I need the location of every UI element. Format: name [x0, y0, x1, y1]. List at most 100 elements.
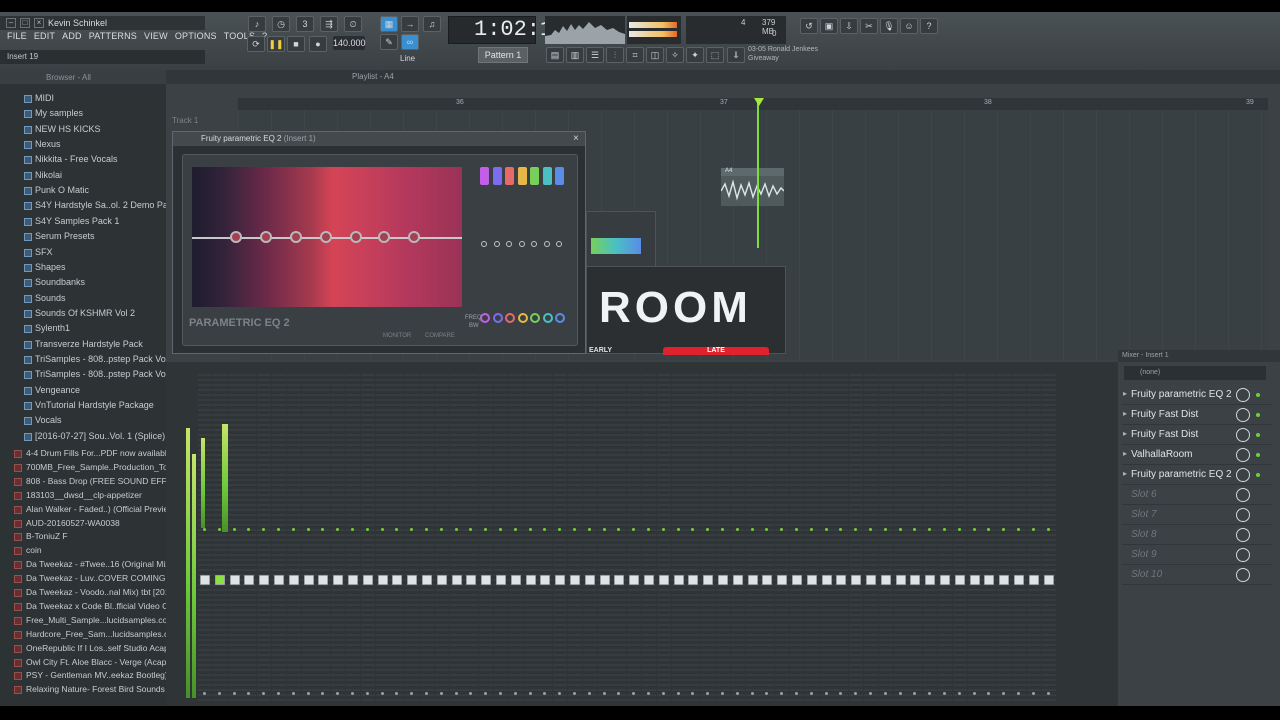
route-indicator[interactable]	[351, 528, 354, 531]
mixer-track[interactable]	[272, 374, 286, 704]
chat-icon[interactable]: ☺	[900, 18, 918, 34]
volume-fader[interactable]	[762, 575, 773, 585]
mixer-track[interactable]	[405, 374, 420, 704]
track-send-dot[interactable]	[721, 692, 724, 695]
route-indicator[interactable]	[795, 528, 798, 531]
mixer-track[interactable]	[893, 374, 908, 704]
route-indicator[interactable]	[277, 528, 280, 531]
mixer-track[interactable]	[878, 374, 893, 704]
route-indicator[interactable]	[869, 528, 872, 531]
link-icon[interactable]: ∞	[401, 34, 419, 50]
volume-fader[interactable]	[954, 575, 965, 585]
volume-fader[interactable]	[984, 575, 995, 585]
mixer-track[interactable]	[301, 374, 316, 704]
track-send-dot[interactable]	[425, 692, 428, 695]
volume-fader[interactable]	[466, 575, 477, 585]
mixer-track[interactable]	[849, 374, 864, 704]
track-send-dot[interactable]	[306, 692, 310, 695]
volume-fader[interactable]	[599, 575, 610, 585]
pencil-icon[interactable]: ✎	[380, 34, 398, 50]
piano-roll-icon[interactable]: ▥	[566, 47, 584, 63]
mic-icon[interactable]: 🎙	[880, 18, 898, 34]
track-send-dot[interactable]	[676, 692, 680, 695]
expand-arrow-icon[interactable]: ▸	[1123, 469, 1127, 478]
volume-fader[interactable]	[510, 575, 521, 585]
volume-fader[interactable]	[851, 575, 862, 585]
route-indicator[interactable]	[883, 528, 887, 531]
browser-file[interactable]: PSY - Gentleman MV..eekaz Bootleg) HD	[0, 669, 166, 684]
wait-input-icon[interactable]: ⇶	[320, 16, 338, 32]
mixer-track[interactable]	[257, 374, 272, 704]
track-send-dot[interactable]	[647, 692, 650, 695]
track-send-dot[interactable]	[883, 692, 887, 695]
browser-folder[interactable]: Vocals	[0, 414, 166, 429]
volume-fader[interactable]	[422, 575, 432, 585]
browser-file[interactable]: Da Tweekaz - Luv..COVER COMING SOON	[0, 572, 166, 587]
track-send-dot[interactable]	[351, 692, 354, 695]
volume-fader[interactable]	[940, 575, 950, 585]
mixer-track[interactable]	[716, 374, 730, 704]
route-indicator[interactable]	[528, 528, 532, 531]
eq-band-node[interactable]	[260, 231, 272, 243]
volume-fader[interactable]	[644, 575, 654, 585]
route-indicator[interactable]	[499, 528, 502, 531]
route-indicator[interactable]	[824, 528, 828, 531]
band-gain-slider[interactable]	[543, 241, 550, 247]
mixer-track[interactable]	[242, 374, 257, 704]
route-indicator[interactable]	[957, 528, 961, 531]
mix-knob[interactable]	[1236, 388, 1250, 402]
save-icon[interactable]: ▣	[820, 18, 838, 34]
mixer-track[interactable]	[952, 374, 967, 704]
band-freq-knob[interactable]	[517, 313, 528, 323]
volume-fader[interactable]	[836, 575, 847, 585]
menu-item[interactable]: FILE	[7, 31, 27, 41]
browser-folder[interactable]: TriSamples - 808..pstep Pack Vol 2	[0, 368, 166, 383]
band-type-button[interactable]	[542, 167, 552, 185]
browser-file[interactable]: Da Tweekaz x Code Bl..fficial Video Clip…	[0, 600, 166, 615]
plugin-window-behind[interactable]	[586, 211, 656, 267]
mixer-track[interactable]	[997, 374, 1012, 704]
route-indicator[interactable]	[573, 528, 576, 531]
effect-slot[interactable]: ▸ ValhallaRoom	[1122, 446, 1272, 465]
mixer-track[interactable]	[597, 374, 612, 704]
eq-titlebar[interactable]: Fruity parametric EQ 2 (Insert 1)	[173, 132, 585, 146]
mixer-track[interactable]	[553, 374, 568, 704]
route-indicator[interactable]	[647, 528, 650, 531]
browser-folder[interactable]: Nikolai	[0, 169, 166, 184]
browser-folder[interactable]: Nikkita - Free Vocals	[0, 153, 166, 168]
mixer-track[interactable]	[938, 374, 952, 704]
eq-band-node[interactable]	[408, 231, 420, 243]
track-send-dot[interactable]	[528, 692, 532, 695]
effect-slot[interactable]: Slot 7	[1122, 506, 1272, 525]
volume-fader[interactable]	[540, 575, 551, 585]
effect-slot[interactable]: Slot 9	[1122, 546, 1272, 565]
mixer-track[interactable]	[1012, 374, 1026, 704]
render-icon[interactable]: ⇩	[840, 18, 858, 34]
tree-icon[interactable]: ⌗	[626, 47, 644, 63]
volume-fader[interactable]	[451, 575, 462, 585]
track-send-dot[interactable]	[454, 692, 458, 695]
mixer-track[interactable]	[449, 374, 464, 704]
route-indicator[interactable]	[439, 528, 443, 531]
mixer-track[interactable]	[982, 374, 997, 704]
band-freq-knob[interactable]	[505, 313, 515, 323]
playhead[interactable]	[757, 98, 759, 248]
track-send-dot[interactable]	[291, 692, 295, 695]
plugin-picker-icon[interactable]: ◫	[646, 47, 664, 63]
route-indicator[interactable]	[1017, 528, 1020, 531]
route-indicator[interactable]	[306, 528, 310, 531]
touch-icon[interactable]: ⬚	[706, 47, 724, 63]
volume-fader[interactable]	[496, 575, 506, 585]
browser-folder[interactable]: Transverze Hardstyle Pack	[0, 338, 166, 353]
volume-fader[interactable]	[614, 575, 625, 585]
track-send-dot[interactable]	[232, 692, 236, 695]
volume-fader[interactable]	[244, 575, 255, 585]
mixer-track[interactable]	[331, 374, 346, 704]
effect-slot[interactable]: ▸ Fruity parametric EQ 2	[1122, 386, 1272, 405]
browser-folder[interactable]: VnTutorial Hardstyle Package	[0, 399, 166, 414]
mix-knob[interactable]	[1236, 508, 1250, 522]
expand-arrow-icon[interactable]: ▸	[1123, 449, 1127, 458]
track-send-dot[interactable]	[499, 692, 502, 695]
mixer-track[interactable]	[568, 374, 582, 704]
route-indicator[interactable]	[809, 528, 813, 531]
